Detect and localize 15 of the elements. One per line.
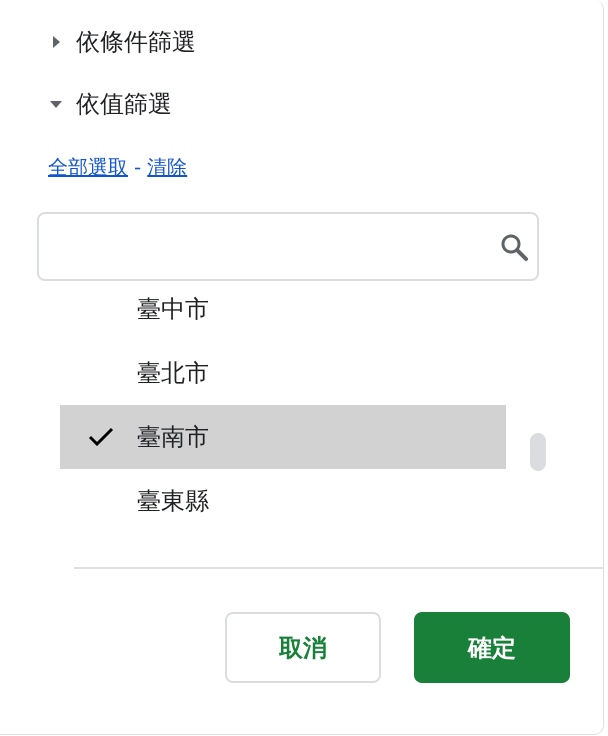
section-header[interactable]: 依值篩選 [0,84,603,124]
value-item[interactable]: 臺北市 [60,341,506,405]
section-header[interactable]: 依條件篩選 [0,22,603,62]
search-field[interactable] [37,212,539,281]
check-icon [88,427,114,447]
value-item[interactable]: 臺東縣 [60,469,506,533]
scrollbar-thumb[interactable] [530,433,546,471]
select-all-link[interactable]: 全部選取 [48,154,128,180]
clear-link[interactable]: 清除 [147,154,188,180]
cancel-button[interactable]: 取消 [225,612,381,683]
value-item[interactable]: 臺南市 [60,405,506,469]
value-item[interactable]: 臺中市 [60,277,506,341]
link-separator: - [134,155,142,179]
search-icon [499,232,529,262]
ok-button[interactable]: 確定 [414,612,570,683]
